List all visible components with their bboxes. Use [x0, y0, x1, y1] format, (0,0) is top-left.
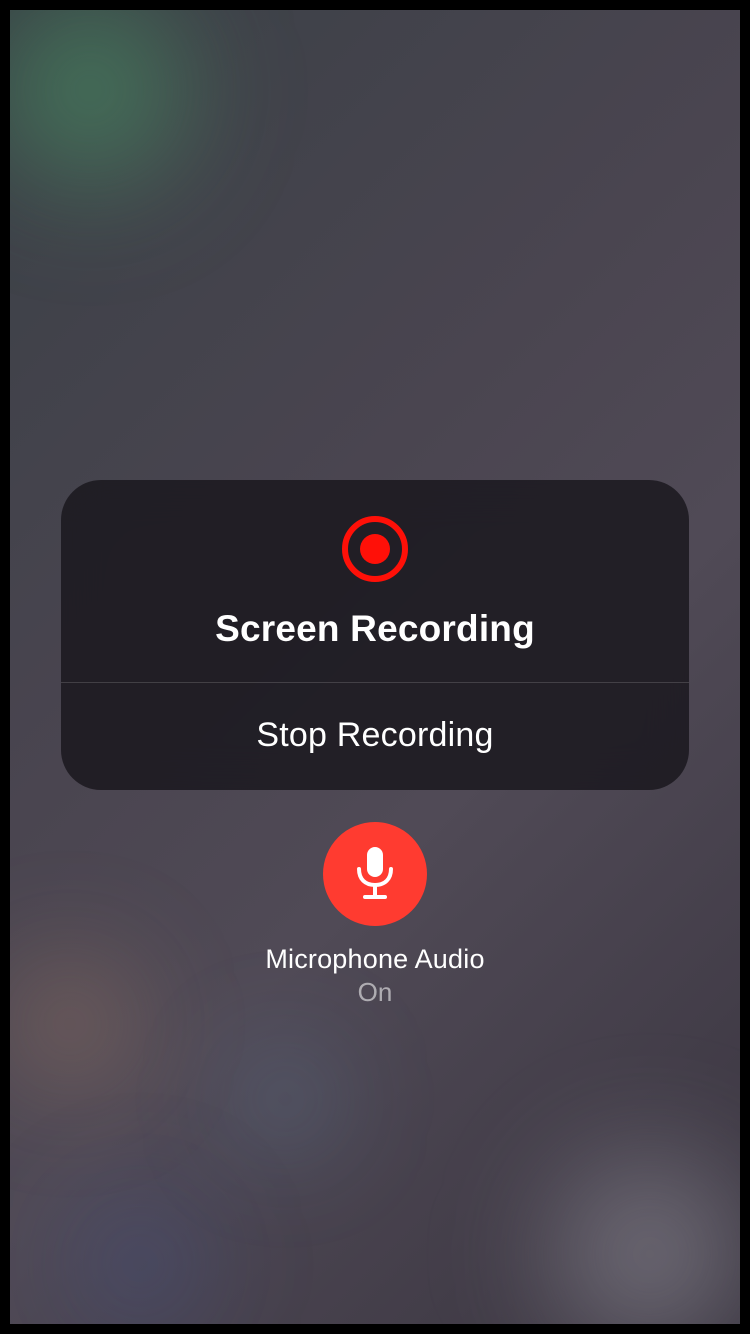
microphone-label: Microphone Audio [265, 944, 484, 975]
microphone-status: On [358, 977, 393, 1008]
card-title: Screen Recording [215, 608, 535, 650]
record-icon [342, 516, 408, 582]
content-area: Screen Recording Stop Recording Micropho… [10, 10, 740, 1324]
stop-recording-row[interactable]: Stop Recording [61, 683, 689, 790]
stop-recording-button[interactable]: Stop Recording [256, 716, 493, 755]
screen-recording-card: Screen Recording Stop Recording [61, 480, 689, 790]
microphone-toggle-button[interactable] [323, 822, 427, 926]
microphone-section: Microphone Audio On [265, 822, 484, 1008]
card-header: Screen Recording [61, 480, 689, 682]
device-frame: Screen Recording Stop Recording Micropho… [0, 0, 750, 1334]
microphone-icon [351, 845, 399, 903]
